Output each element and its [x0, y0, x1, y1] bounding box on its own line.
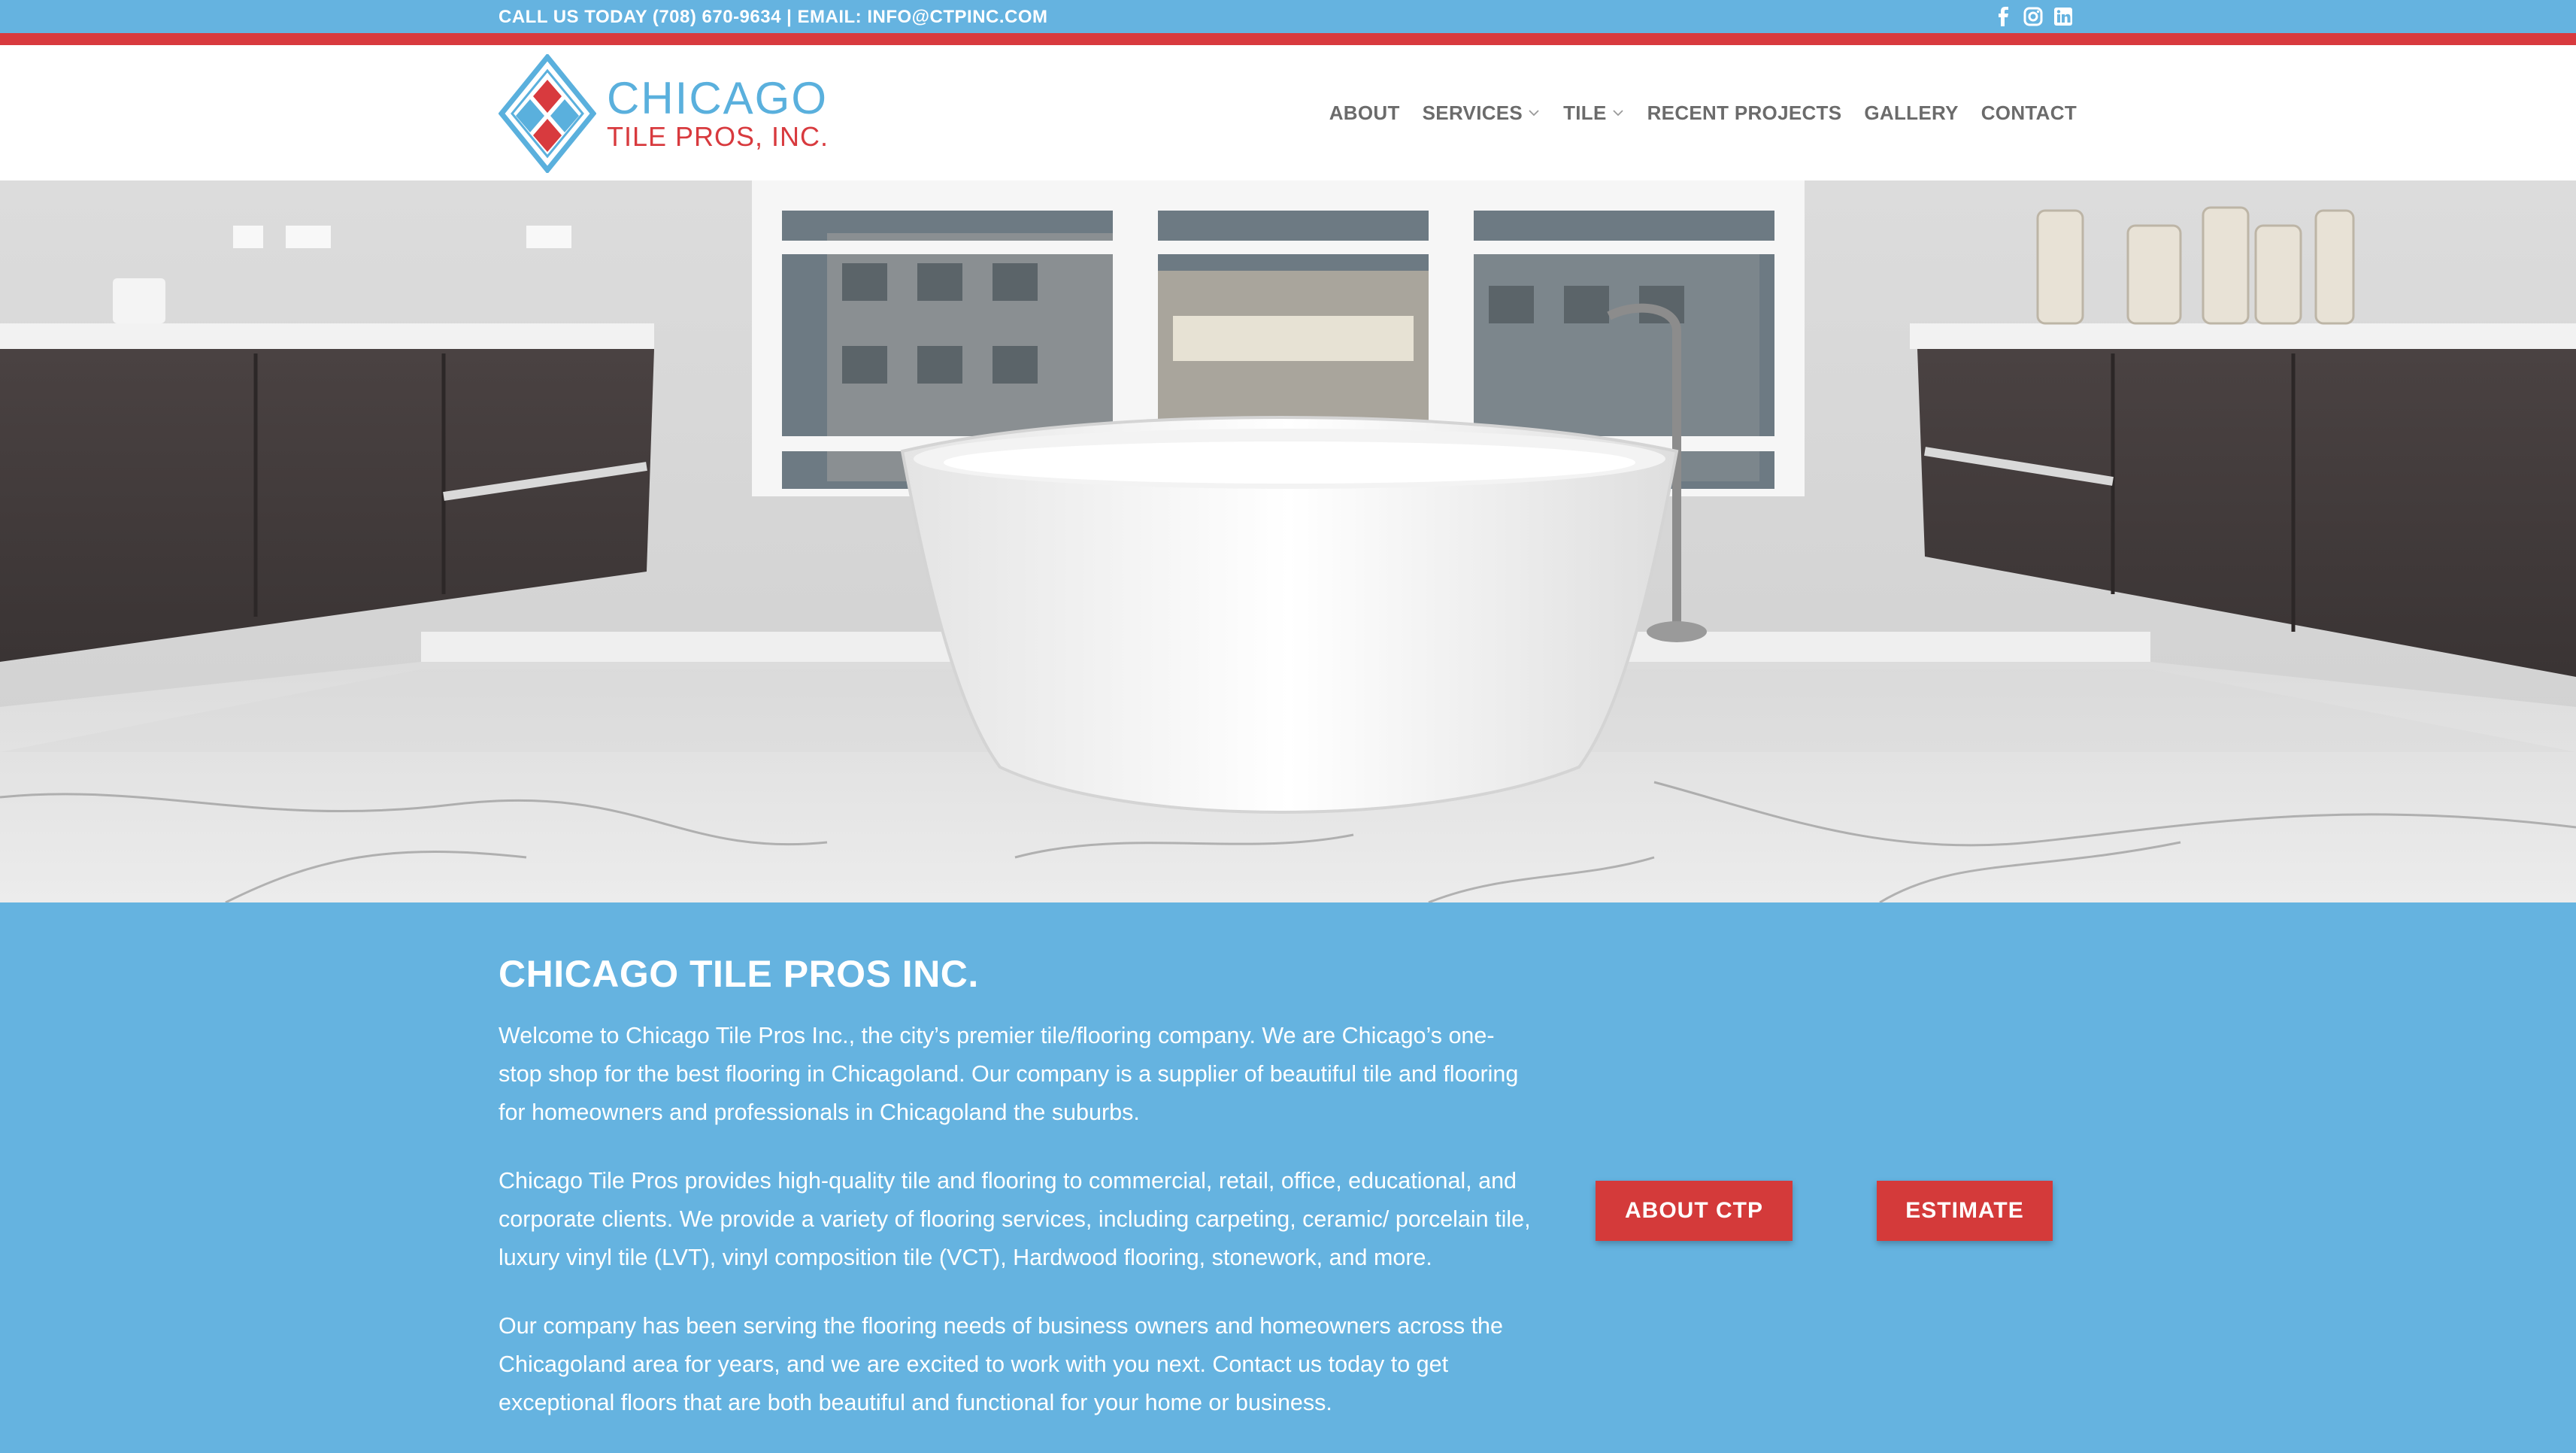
site-logo[interactable]: CHICAGO TILE PROS, INC.	[499, 54, 829, 173]
chevron-down-icon	[1612, 110, 1623, 117]
main-nav: ABOUT SERVICES TILE RECENT PROJECTS GALL…	[1329, 45, 2077, 180]
section-title: CHICAGO TILE PROS INC.	[499, 953, 979, 995]
contact-info: CALL US TODAY (708) 670-9634 | EMAIL: IN…	[499, 7, 1048, 27]
nav-recent-projects[interactable]: RECENT PROJECTS	[1647, 102, 1842, 125]
logo-subtitle: TILE PROS, INC.	[607, 121, 829, 152]
nav-gallery[interactable]: GALLERY	[1864, 102, 1958, 125]
logo-diamond-icon	[499, 54, 596, 173]
instagram-icon[interactable]	[2023, 6, 2044, 27]
nav-about[interactable]: ABOUT	[1329, 102, 1400, 125]
intro-paragraph-3: Our company has been serving the floorin…	[499, 1313, 1503, 1415]
top-bar: CALL US TODAY (708) 670-9634 | EMAIL: IN…	[0, 0, 2576, 33]
linkedin-icon[interactable]	[2053, 6, 2074, 27]
nav-tile[interactable]: TILE	[1563, 102, 1625, 125]
chevron-down-icon	[1529, 110, 1539, 117]
site-header: CHICAGO TILE PROS, INC. ABOUT SERVICES T…	[0, 45, 2576, 180]
intro-paragraph-1: Welcome to Chicago Tile Pros Inc., the c…	[499, 1023, 1519, 1125]
estimate-button[interactable]: ESTIMATE	[1877, 1181, 2053, 1241]
intro-text-column: CHICAGO TILE PROS INC. Welcome to Chicag…	[499, 952, 1536, 1452]
intro-paragraph-2: Chicago Tile Pros provides high-quality …	[499, 1168, 1531, 1270]
nav-contact[interactable]: CONTACT	[1981, 102, 2077, 125]
intro-section: CHICAGO TILE PROS INC. Welcome to Chicag…	[0, 902, 2576, 1453]
facebook-icon[interactable]	[1993, 6, 2014, 27]
nav-services[interactable]: SERVICES	[1423, 102, 1541, 125]
hero-image	[0, 180, 2576, 902]
accent-stripe	[0, 33, 2576, 45]
about-ctp-button[interactable]: ABOUT CTP	[1596, 1181, 1793, 1241]
logo-title: CHICAGO	[607, 73, 829, 123]
social-links	[1993, 6, 2074, 27]
